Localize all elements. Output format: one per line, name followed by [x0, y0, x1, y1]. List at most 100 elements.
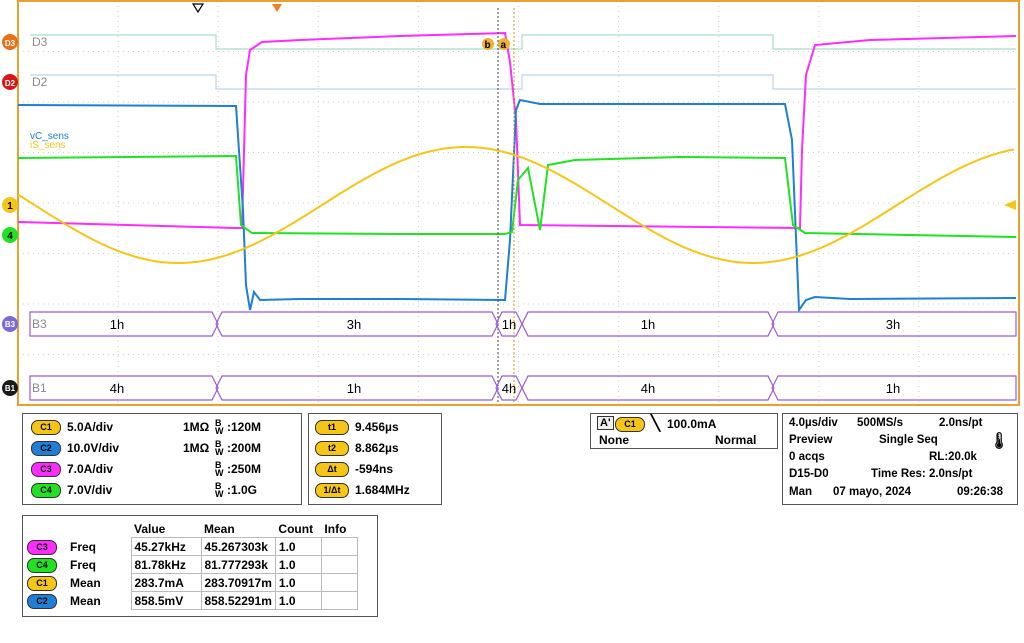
cursor-a-label: a: [501, 40, 507, 51]
channel-row-c1[interactable]: C1 5.0A/div 1MΩ B W:120M: [23, 418, 301, 436]
cursor-readout-badge: t1: [315, 420, 349, 435]
d2-marker-label: D2: [5, 79, 16, 88]
measurement-row[interactable]: C4 Freq 81.78kHz 81.777293k 1.0: [27, 555, 358, 574]
falling-edge-icon: ╲: [651, 415, 661, 432]
measurement-mean: 45.267303k: [200, 537, 276, 556]
channel-impedance: 1MΩ: [183, 441, 210, 455]
measurement-info: [320, 591, 358, 610]
cursor-readout-value: 8.862µs: [355, 441, 399, 455]
bus-b1-label: B1: [32, 381, 47, 395]
cursor-readout-badge: 1/Δt: [315, 483, 349, 498]
trigger-panel[interactable]: A' C1 ╲ 100.0mA None Normal: [590, 413, 778, 449]
bandwidth-icon: W: [215, 489, 224, 499]
resolution: 2.0ns/pt: [939, 417, 983, 429]
bus-b1-segment: 4h: [110, 381, 124, 396]
is-sens-label: iS_sens: [30, 140, 66, 151]
measurement-name: Freq: [70, 557, 97, 572]
time: 09:26:38: [957, 486, 1004, 498]
record-length: RL:20.0k: [929, 451, 977, 463]
cursor-readout-badge: Δt: [315, 462, 349, 477]
col-info: Info: [324, 521, 347, 536]
man-label: Man: [789, 486, 812, 498]
cursor-readout-row: Δt -594ns: [309, 460, 441, 478]
channel-badge: C1: [31, 420, 61, 435]
channel-bandwidth: :200M: [227, 441, 262, 455]
channel-settings-panel: C1 5.0A/div 1MΩ B W:120M C2 10.0V/div 1MΩ B W:200…: [22, 413, 302, 505]
bus-b1-segment: 1h: [886, 381, 900, 396]
channel-bandwidth: :250M: [227, 462, 262, 476]
digital-channels: D15-D0: [789, 468, 829, 480]
sample-rate: 500MS/s: [857, 417, 904, 429]
measurement-value: 45.27kHz: [130, 537, 202, 556]
bus-b3-segment: 3h: [886, 317, 900, 332]
channel-scale: 7.0A/div: [67, 462, 114, 476]
measurement-name: Mean: [70, 593, 101, 608]
measurement-info: [320, 555, 358, 574]
thermometer-icon: 🌡: [989, 433, 1010, 450]
measurement-channel-badge: C3: [27, 539, 57, 555]
b3-marker-label: B3: [5, 320, 16, 329]
bus-b3-segment: 3h: [347, 317, 361, 332]
channel-bandwidth: :1.0G: [227, 483, 258, 497]
trigger-mode: Normal: [715, 433, 757, 447]
measurement-name: Mean: [70, 575, 101, 590]
col-value: Value: [134, 521, 166, 536]
measurement-info: [320, 537, 358, 556]
measurement-value: 81.78kHz: [130, 555, 202, 574]
channel-row-c2[interactable]: C2 10.0V/div 1MΩ B W:200M: [23, 439, 301, 457]
waveform-display[interactable]: b a D3 D2 vC_sens iS_sens B3 1h 3h 1h 1h…: [0, 0, 1024, 410]
measurements-panel: Value Mean Count Info C3 Freq 45.27kHz 45.2…: [22, 515, 378, 617]
channel-badge: C2: [31, 441, 61, 456]
bus-b3-segment: 1h: [110, 317, 124, 332]
channel-bandwidth: :120M: [227, 420, 262, 434]
date: 07 mayo, 2024: [833, 486, 912, 498]
measurement-info: [320, 573, 358, 592]
bus-b1-segment: 4h: [502, 381, 516, 396]
b1-marker-label: B1: [5, 384, 16, 393]
measurement-value: 858.5mV: [130, 591, 202, 610]
channel-scale: 5.0A/div: [67, 420, 114, 434]
measurement-row[interactable]: C1 Mean 283.7mA 283.70917m 1.0: [27, 573, 358, 592]
cursor-readout-badge: t2: [315, 441, 349, 456]
trigger-channel-badge: C1: [615, 417, 645, 432]
bus-b3-segment: 1h: [502, 317, 516, 332]
col-mean: Mean: [204, 521, 235, 536]
measurement-mean: 81.777293k: [200, 555, 276, 574]
cursor-readout-value: 1.684MHz: [355, 483, 410, 497]
measurement-row[interactable]: C3 Freq 45.27kHz 45.267303k 1.0: [27, 537, 358, 556]
d3-trace-label: D3: [32, 35, 48, 49]
bus-b3-label: B3: [32, 317, 47, 331]
channel-scale: 10.0V/div: [67, 441, 120, 455]
measurement-mean: 283.70917m: [200, 573, 276, 592]
c4-marker-label: 4: [7, 231, 13, 242]
time-resolution: Time Res: 2.0ns/pt: [871, 468, 973, 480]
cursor-readout-panel: t1 9.456µs t2 8.862µs Δt -594ns 1/Δt 1.684MHz: [308, 413, 442, 505]
cursor-b-label: b: [485, 40, 491, 51]
measurement-count: 1.0: [274, 537, 322, 556]
bus-b1-segment: 1h: [347, 381, 361, 396]
trigger-coupling: None: [599, 433, 629, 447]
cursor-readout-value: 9.456µs: [355, 420, 399, 434]
d2-trace-label: D2: [32, 75, 48, 89]
cursor-readout-row: t1 9.456µs: [309, 418, 441, 436]
measurement-count: 1.0: [274, 573, 322, 592]
c1-marker-label: 1: [7, 201, 13, 212]
d3-marker-label: D3: [5, 39, 16, 48]
measurement-count: 1.0: [274, 591, 322, 610]
measurement-value: 283.7mA: [130, 573, 202, 592]
bus-b3-segment: 1h: [641, 317, 655, 332]
acquisition-panel[interactable]: 4.0µs/div 500MS/s 2.0ns/pt Preview Singl…: [782, 413, 1018, 505]
measurement-mean: 858.52291m: [200, 591, 276, 610]
channel-row-c3[interactable]: C3 7.0A/div B W:250M: [23, 460, 301, 478]
trigger-source: A': [597, 416, 614, 430]
measurement-row[interactable]: C2 Mean 858.5mV 858.52291m 1.0: [27, 591, 358, 610]
timebase: 4.0µs/div: [789, 417, 838, 429]
measurement-channel-badge: C4: [27, 557, 57, 573]
measurements-table: Value Mean Count Info C3 Freq 45.27kHz 45.2…: [27, 520, 358, 610]
channel-badge: C4: [31, 483, 61, 498]
cursor-readout-value: -594ns: [355, 462, 394, 476]
cursor-readout-row: 1/Δt 1.684MHz: [309, 481, 441, 499]
channel-row-c4[interactable]: C4 7.0V/div B W:1.0G: [23, 481, 301, 499]
channel-badge: C3: [31, 462, 61, 477]
bus-b1-segment: 4h: [641, 381, 655, 396]
